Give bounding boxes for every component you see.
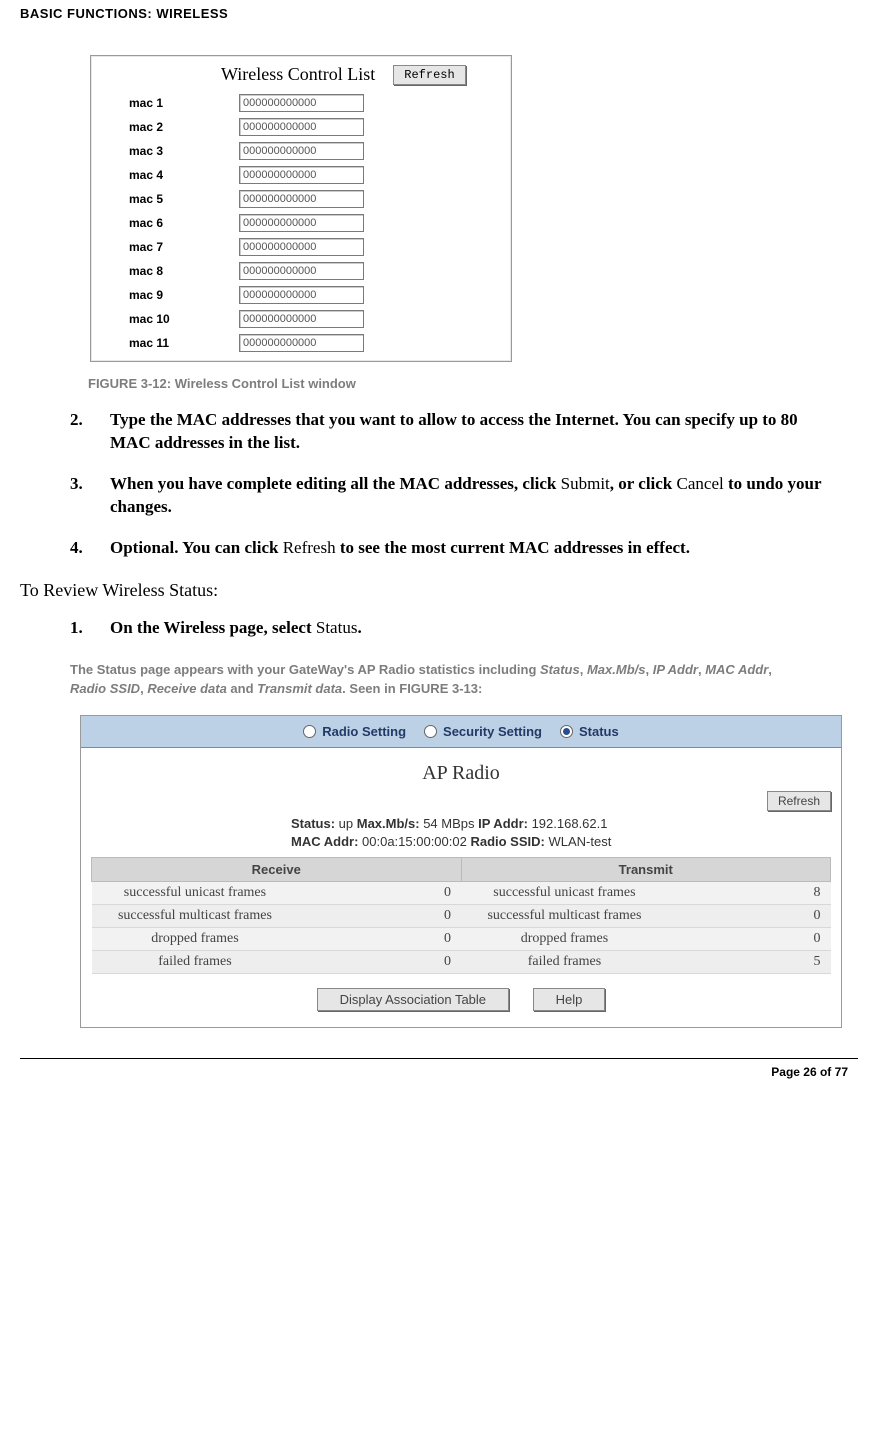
ap-radio-title: AP Radio [91, 762, 831, 785]
radio-icon [424, 725, 437, 738]
radio-icon [560, 725, 573, 738]
mac-input[interactable]: 000000000000 [239, 334, 364, 352]
tab-status[interactable]: Status [560, 724, 619, 739]
mac-label: mac 4 [129, 168, 239, 182]
mac-input[interactable]: 000000000000 [239, 214, 364, 232]
caption-title: Wireless Control List window [175, 376, 356, 391]
mac-label: mac 7 [129, 240, 239, 254]
page-header: BASIC FUNCTIONS: WIRELESS [20, 0, 858, 25]
tab-bar: Radio Setting Security Setting Status [81, 716, 841, 748]
caption-prefix: FIGURE 3-12: [88, 376, 175, 391]
tab-radio-setting[interactable]: Radio Setting [303, 724, 406, 739]
mac-input[interactable]: 000000000000 [239, 238, 364, 256]
display-association-table-button[interactable]: Display Association Table [317, 988, 509, 1011]
mac-input[interactable]: 000000000000 [239, 190, 364, 208]
mac-label: mac 9 [129, 288, 239, 302]
step-text: On the Wireless page, select [110, 618, 316, 637]
step-text: Refresh [283, 538, 336, 557]
mac-input[interactable]: 000000000000 [239, 310, 364, 328]
table-row: failed frames0 failed frames5 [92, 951, 831, 974]
mac-label: mac 8 [129, 264, 239, 278]
wireless-control-list-figure: Wireless Control List Refresh mac 100000… [90, 55, 512, 362]
mac-label: mac 6 [129, 216, 239, 230]
step-text: When you have complete editing all the M… [110, 474, 561, 493]
table-row: successful unicast frames0 successful un… [92, 882, 831, 905]
mac-input[interactable]: 000000000000 [239, 94, 364, 112]
refresh-button[interactable]: Refresh [767, 791, 831, 811]
mac-label: mac 10 [129, 312, 239, 326]
step-text: Submit [561, 474, 610, 493]
step-text: Optional. You can click [110, 538, 283, 557]
figure-caption: FIGURE 3-12: Wireless Control List windo… [88, 376, 828, 391]
section-heading: To Review Wireless Status: [20, 580, 828, 601]
status-info: Status: up Max.Mb/s: 54 MBps IP Addr: 19… [91, 815, 831, 851]
help-button[interactable]: Help [533, 988, 606, 1011]
mac-label: mac 3 [129, 144, 239, 158]
step-number: 3. [70, 473, 110, 519]
mac-input[interactable]: 000000000000 [239, 166, 364, 184]
table-row: dropped frames0 dropped frames0 [92, 928, 831, 951]
table-row: successful multicast frames0 successful … [92, 905, 831, 928]
mac-input[interactable]: 000000000000 [239, 118, 364, 136]
mac-label: mac 11 [129, 336, 239, 350]
stats-table: Receive Transmit successful unicast fram… [91, 857, 831, 974]
mac-label: mac 5 [129, 192, 239, 206]
tab-security-setting[interactable]: Security Setting [424, 724, 542, 739]
status-description: The Status page appears with your GateWa… [70, 660, 808, 699]
wcl-title: Wireless Control List [221, 64, 375, 85]
step-text: Status [316, 618, 358, 637]
mac-label: mac 2 [129, 120, 239, 134]
step-number: 1. [70, 617, 110, 640]
mac-input[interactable]: 000000000000 [239, 262, 364, 280]
page-footer: Page 26 of 77 [0, 1059, 878, 1091]
mac-input[interactable]: 000000000000 [239, 286, 364, 304]
step-text: to see the most current MAC addresses in… [336, 538, 690, 557]
ap-radio-status-figure: Radio Setting Security Setting Status AP… [80, 715, 842, 1028]
radio-icon [303, 725, 316, 738]
refresh-button[interactable]: Refresh [393, 65, 465, 85]
step-text: Type the MAC addresses that you want to … [110, 410, 798, 452]
step-text: , or click [610, 474, 677, 493]
mac-input[interactable]: 000000000000 [239, 142, 364, 160]
step-text: . [357, 618, 361, 637]
col-header-transmit: Transmit [461, 858, 831, 882]
step-text: Cancel [677, 474, 724, 493]
step-number: 2. [70, 409, 110, 455]
mac-label: mac 1 [129, 96, 239, 110]
col-header-receive: Receive [92, 858, 462, 882]
step-number: 4. [70, 537, 110, 560]
